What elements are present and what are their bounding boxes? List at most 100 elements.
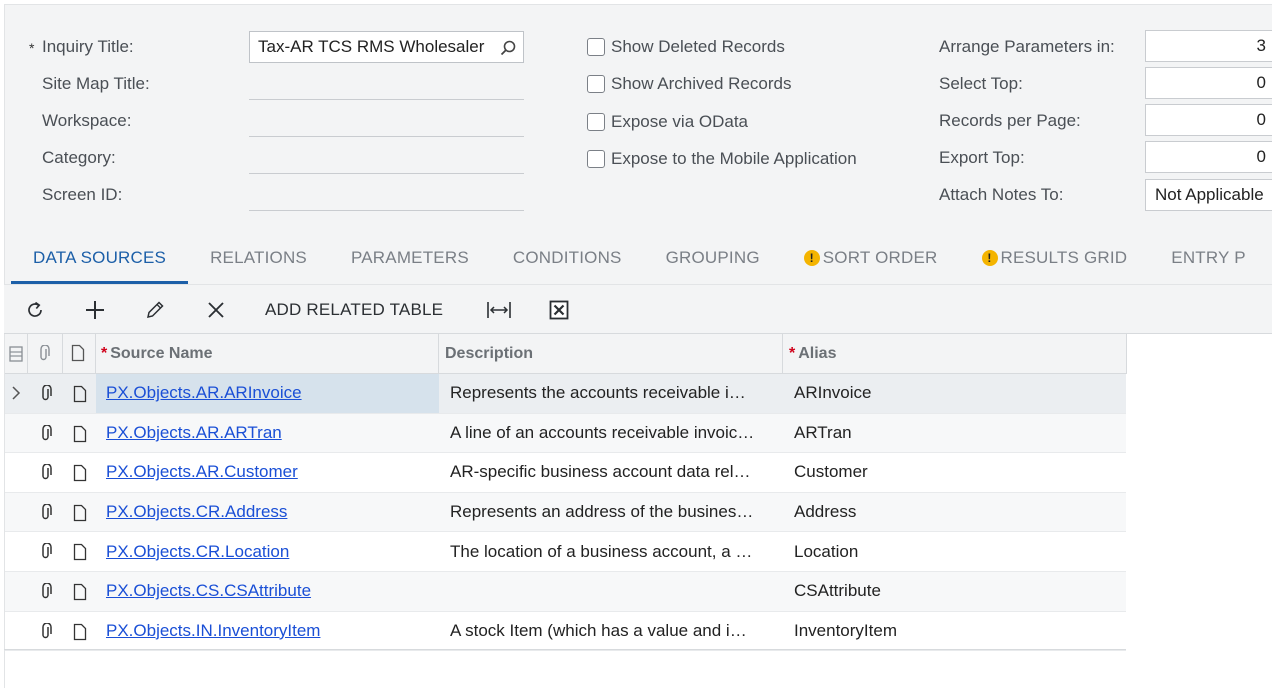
alias-cell[interactable]: ARTran [794,414,1119,453]
source-name-link[interactable]: PX.Objects.CR.Location [106,542,289,562]
header-separator [95,334,96,374]
alias-cell[interactable]: ARInvoice [794,374,1119,413]
tab-grouping[interactable]: GROUPING [644,234,782,284]
expose-odata-checkbox[interactable]: Expose via OData [587,112,748,132]
description-cell[interactable]: The location of a business account, a … [450,532,775,571]
category-field[interactable] [249,173,524,174]
close-icon [208,302,224,318]
attachment-icon[interactable] [38,582,54,601]
table-row[interactable]: PX.Objects.CS.CSAttribute CSAttribute [5,571,1126,612]
source-name-link[interactable]: PX.Objects.CS.CSAttribute [106,581,311,601]
alias-text: Address [794,502,857,522]
fit-columns-button[interactable] [486,297,512,323]
table-row[interactable]: PX.Objects.AR.Customer AR-specific busine… [5,453,1126,493]
table-row[interactable]: PX.Objects.AR.ARInvoice Represents the ac… [5,374,1126,414]
tab-label: RESULTS GRID [1000,248,1128,267]
note-icon[interactable] [72,385,88,403]
attachment-icon[interactable] [38,424,54,443]
source-name-column-header[interactable]: * Source Name [101,334,213,374]
attachment-icon[interactable] [38,543,54,561]
records-per-page-input[interactable]: 0 [1145,104,1272,136]
tab-entry-point[interactable]: ENTRY P [1149,234,1267,284]
expose-mobile-checkbox[interactable]: Expose to the Mobile Application [587,149,857,169]
add-row-button[interactable] [84,297,106,323]
header-separator [27,334,28,374]
source-name-cell[interactable]: PX.Objects.AR.ARInvoice [106,374,436,413]
attach-notes-select[interactable]: Not Applicable [1145,179,1272,211]
select-top-input[interactable]: 0 [1145,67,1272,99]
note-icon[interactable] [72,583,88,601]
tab-conditions[interactable]: CONDITIONS [491,234,644,284]
delete-row-button[interactable] [205,297,227,323]
show-deleted-records-checkbox[interactable]: Show Deleted Records [587,37,785,57]
note-icon[interactable] [72,543,88,561]
screen-id-field[interactable] [249,210,524,211]
description-cell[interactable]: A stock Item (which has a value and i… [450,612,775,651]
source-name-cell[interactable]: PX.Objects.CR.Location [106,532,436,571]
description-cell[interactable]: Represents an address of the busines… [450,493,775,532]
attachment-icon[interactable] [38,464,54,482]
note-icon[interactable] [72,464,88,482]
search-icon[interactable] [499,39,517,57]
checkbox-box[interactable] [587,75,605,93]
alias-cell[interactable]: CSAttribute [794,572,1119,611]
source-name-link[interactable]: PX.Objects.IN.InventoryItem [106,621,320,641]
arrange-parameters-input[interactable]: 3 [1145,30,1272,62]
description-cell[interactable]: A line of an accounts receivable invoic… [450,414,775,453]
description-cell[interactable]: AR-specific business account data rel… [450,453,775,492]
header-separator [1126,334,1127,374]
header-separator [438,334,439,374]
edit-button[interactable] [144,297,166,323]
description-cell[interactable]: Represents the accounts receivable i… [450,374,775,413]
source-name-cell[interactable]: PX.Objects.AR.Customer [106,453,436,492]
warning-icon: ! [981,250,998,266]
refresh-button[interactable] [24,297,46,323]
source-name-cell[interactable]: PX.Objects.IN.InventoryItem [106,612,436,651]
tab-sort-order[interactable]: ! SORT ORDER [782,234,960,284]
description-header-label: Description [445,345,534,362]
export-top-input[interactable]: 0 [1145,141,1272,173]
add-related-table-button[interactable]: ADD RELATED TABLE [265,297,443,323]
alias-cell[interactable]: InventoryItem [794,612,1119,651]
checkbox-box[interactable] [587,113,605,131]
tab-label: RELATIONS [210,248,307,267]
tab-parameters[interactable]: PARAMETERS [329,234,491,284]
alias-column-header[interactable]: * Alias [789,334,836,374]
tab-relations[interactable]: RELATIONS [188,234,329,284]
table-row[interactable]: PX.Objects.AR.ARTran A line of an account… [5,413,1126,454]
attachment-icon[interactable] [38,385,54,403]
note-icon[interactable] [72,623,88,641]
note-icon[interactable] [72,425,88,443]
alias-cell[interactable]: Location [794,532,1119,571]
checkbox-box[interactable] [587,38,605,56]
description-cell[interactable] [450,572,775,611]
source-name-cell[interactable]: PX.Objects.CR.Address [106,493,436,532]
screen-id-label: Screen ID: [42,185,123,204]
attachment-icon[interactable] [38,503,54,522]
checkbox-box[interactable] [587,150,605,168]
source-name-link[interactable]: PX.Objects.AR.ARTran [106,423,282,443]
row-settings-icon[interactable] [8,345,24,363]
tab-results-grid[interactable]: ! RESULTS GRID [960,234,1150,284]
grid-header: * Source Name Description * Alias [5,334,1127,374]
source-name-link[interactable]: PX.Objects.AR.ARInvoice [106,383,302,403]
source-name-cell[interactable]: PX.Objects.AR.ARTran [106,414,436,453]
attachment-icon[interactable] [38,622,54,641]
alias-cell[interactable]: Address [794,493,1119,532]
table-row[interactable]: PX.Objects.CR.Location The location of a … [5,532,1126,572]
show-archived-records-checkbox[interactable]: Show Archived Records [587,74,791,94]
tab-label: PARAMETERS [350,248,469,267]
table-row[interactable]: PX.Objects.IN.InventoryItem A stock Item … [5,611,1126,652]
source-name-cell[interactable]: PX.Objects.CS.CSAttribute [106,572,436,611]
workspace-field[interactable] [249,136,524,137]
alias-cell[interactable]: Customer [794,453,1119,492]
inquiry-title-input[interactable]: Tax-AR TCS RMS Wholesaler [249,31,524,63]
source-name-link[interactable]: PX.Objects.AR.Customer [106,462,298,482]
table-row[interactable]: PX.Objects.CR.Address Represents an addre… [5,492,1126,533]
tab-data-sources[interactable]: DATA SOURCES [11,234,189,284]
source-name-link[interactable]: PX.Objects.CR.Address [106,502,287,522]
site-map-title-field[interactable] [249,99,524,100]
note-icon[interactable] [72,504,88,522]
export-excel-button[interactable] [548,297,570,323]
description-column-header[interactable]: Description [445,334,533,374]
